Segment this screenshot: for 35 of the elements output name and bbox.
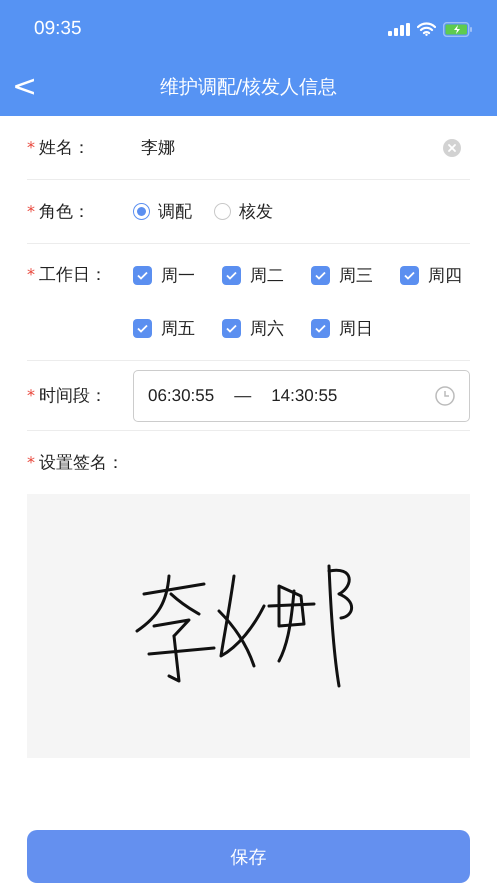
checkbox-icon[interactable]: [133, 319, 152, 338]
day-option[interactable]: 周五: [133, 317, 222, 340]
time-range-field[interactable]: 06:30:55 — 14:30:55: [133, 370, 470, 422]
page-title: 维护调配/核发人信息: [160, 75, 338, 100]
checkbox-icon[interactable]: [311, 266, 330, 286]
clock-icon: [435, 386, 455, 406]
wifi-icon: [417, 22, 436, 36]
field-label: 工作日：: [39, 264, 107, 286]
field-label: 设置签名：: [39, 452, 124, 474]
day-option[interactable]: 周六: [222, 317, 311, 340]
signal-icon: [388, 22, 410, 36]
required-mark: *: [27, 265, 35, 284]
field-label: 角色：: [39, 201, 90, 224]
field-label: 姓名：: [39, 137, 90, 160]
day-option[interactable]: 周四: [400, 264, 489, 288]
checkbox-icon[interactable]: [311, 319, 330, 338]
name-input[interactable]: 李娜: [141, 136, 443, 160]
checkbox-icon[interactable]: [133, 266, 152, 286]
status-time: 09:35: [34, 18, 82, 40]
checkbox-icon[interactable]: [400, 266, 419, 286]
battery-icon: [443, 22, 473, 36]
day-option[interactable]: 周一: [133, 264, 222, 288]
checkbox-icon[interactable]: [222, 266, 241, 286]
field-label: 时间段：: [39, 385, 107, 408]
signature-pad[interactable]: [27, 494, 470, 758]
checkbox-icon[interactable]: [222, 319, 241, 338]
day-option[interactable]: 周日: [311, 317, 400, 340]
role-radio[interactable]: 核发: [214, 200, 273, 224]
required-mark: *: [27, 386, 35, 406]
day-option[interactable]: 周二: [222, 264, 311, 288]
required-mark: *: [27, 138, 35, 158]
required-mark: *: [27, 202, 35, 222]
day-option[interactable]: 周三: [311, 264, 400, 288]
role-radio[interactable]: 调配: [133, 200, 192, 224]
required-mark: *: [27, 453, 35, 472]
